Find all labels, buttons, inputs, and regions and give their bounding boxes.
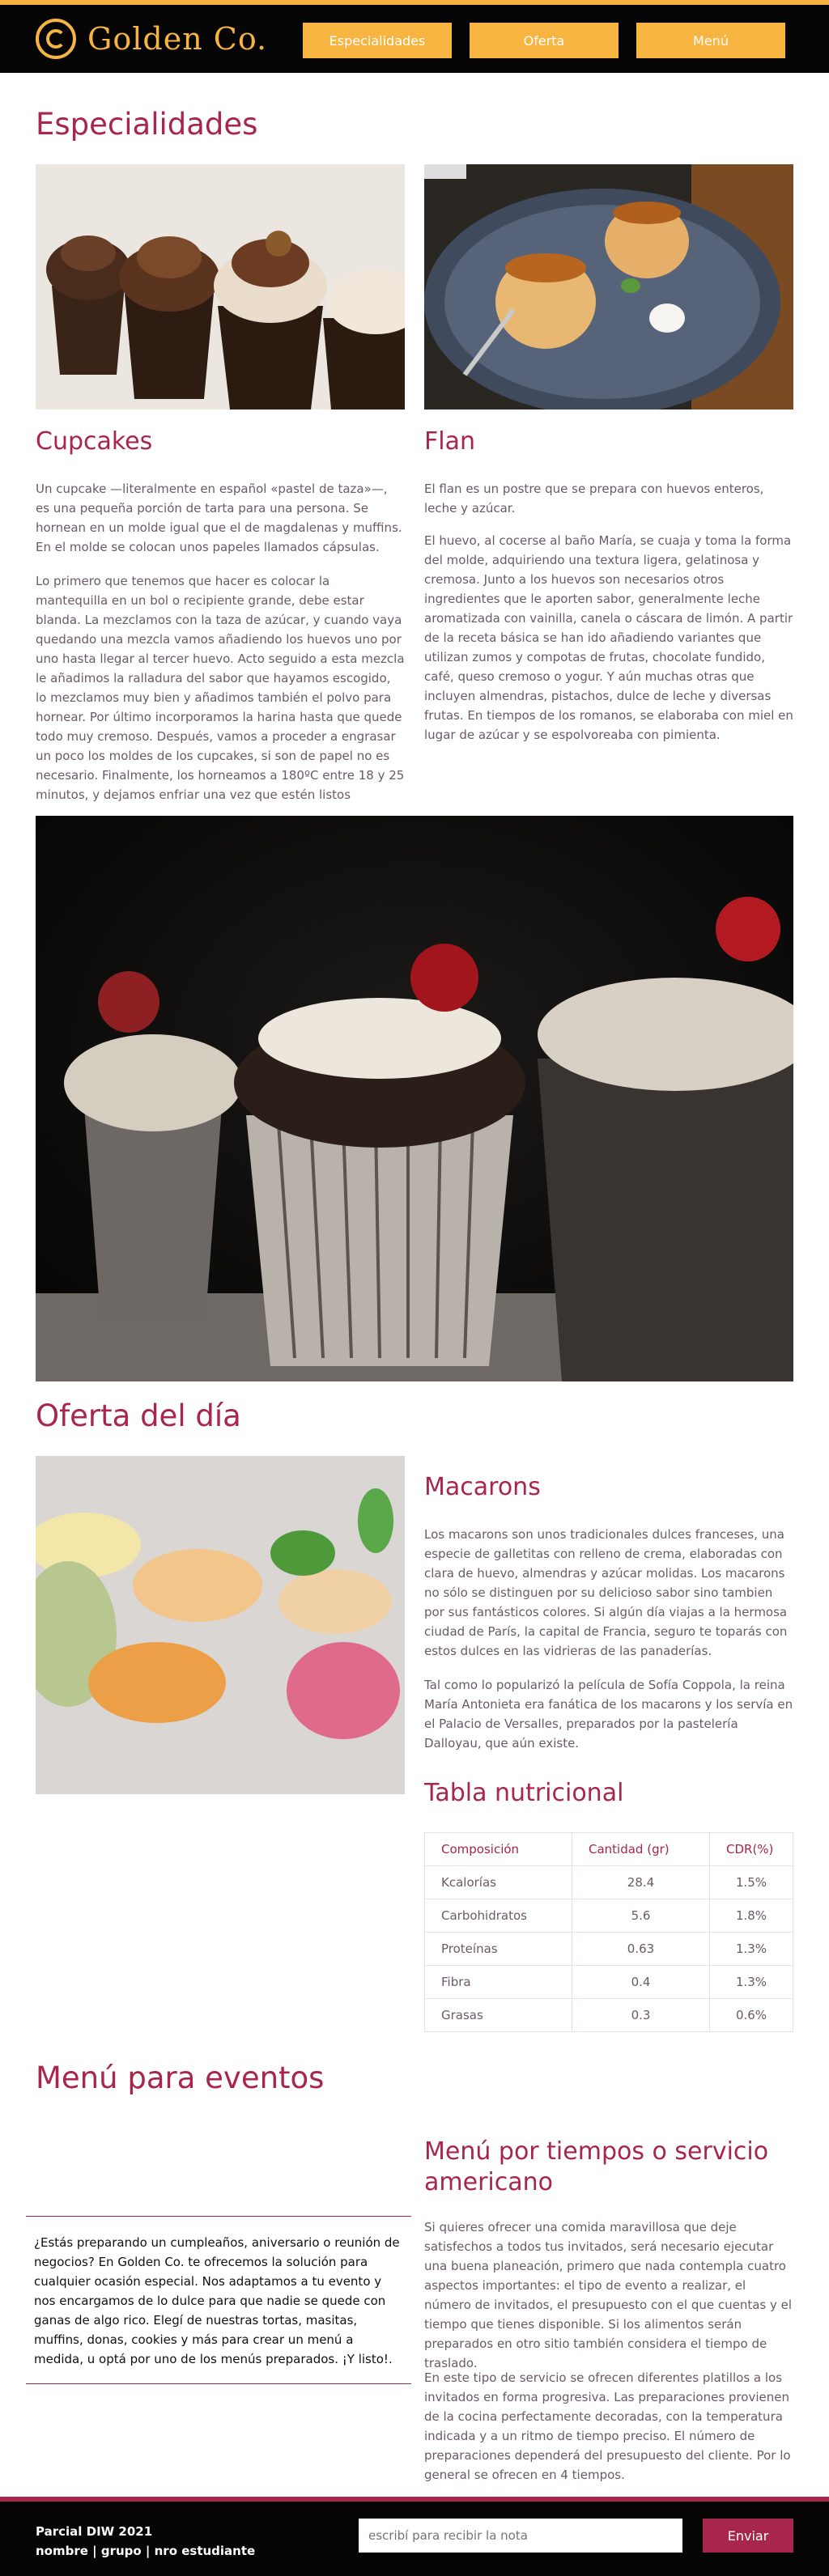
macarons-image xyxy=(36,1456,405,1794)
table-cell: 28.4 xyxy=(572,1865,710,1899)
flan-paragraph-2: El huevo, al cocerse al baño María, se c… xyxy=(424,533,793,742)
table-cell: Kcalorías xyxy=(424,1865,572,1899)
cupcakes-paragraph-1: Un cupcake —literalmente en español «pas… xyxy=(36,482,402,554)
menu-paragraph-1: Si quieres ofrecer una comida maravillos… xyxy=(424,2220,793,2370)
logo-icon xyxy=(36,19,76,59)
cupcakes-paragraph-2: Lo primero que tenemos que hacer es colo… xyxy=(36,574,405,802)
cupcakes-title: Cupcakes xyxy=(36,427,153,456)
table-row: Proteínas 0.63 1.3% xyxy=(424,1932,793,1966)
table-row: Carbohidratos 5.6 1.8% xyxy=(424,1899,793,1933)
macarons-paragraph-1: Los macarons son unos tradicionales dulc… xyxy=(424,1527,788,1658)
menu-title: Menú para eventos xyxy=(36,2060,325,2095)
hero-cupcakes-image xyxy=(36,816,793,1381)
footer-accent-bar xyxy=(0,2497,829,2502)
nav-oferta-button[interactable]: Oferta xyxy=(470,23,619,58)
nutrition-table: Composición Cantidad (gr) CDR(%) Kcalorí… xyxy=(424,1832,793,2032)
site-footer: Parcial DIW 2021 nombre | grupo | nro es… xyxy=(0,2497,829,2576)
specialties-title: Especialidades xyxy=(36,107,258,142)
menu-quote-text: ¿Estás preparando un cumpleaños, anivers… xyxy=(34,2235,400,2366)
table-cell: Proteínas xyxy=(424,1932,572,1966)
nav-menu-button[interactable]: Menú xyxy=(636,23,785,58)
table-header: Cantidad (gr) xyxy=(572,1832,710,1866)
table-header: CDR(%) xyxy=(709,1832,793,1866)
table-cell: 0.63 xyxy=(572,1932,710,1966)
table-cell: Carbohidratos xyxy=(424,1899,572,1933)
flan-title: Flan xyxy=(424,427,475,456)
table-row: Grasas 0.3 0.6% xyxy=(424,1998,793,2032)
table-cell: 0.3 xyxy=(572,1998,710,2032)
brand[interactable]: Golden Co. xyxy=(36,19,267,59)
flan-image xyxy=(424,164,793,410)
table-cell: 1.3% xyxy=(709,1932,793,1966)
table-row: Kcalorías 28.4 1.5% xyxy=(424,1865,793,1899)
table-cell: Grasas xyxy=(424,1998,572,2032)
brand-name: Golden Co. xyxy=(87,21,268,57)
footer-line-2: nombre | grupo | nro estudiante xyxy=(36,2544,256,2558)
cupcakes-image xyxy=(36,164,405,410)
footer-credits: Parcial DIW 2021 nombre | grupo | nro es… xyxy=(36,2522,255,2561)
table-cell: 1.3% xyxy=(709,1965,793,1999)
site-header: Golden Co. Especialidades Oferta Menú xyxy=(0,5,829,73)
table-header-row: Composición Cantidad (gr) CDR(%) xyxy=(424,1832,793,1866)
menu-subtitle: Menú por tiempos o servicio americano xyxy=(424,2137,769,2196)
table-cell: 5.6 xyxy=(572,1899,710,1933)
macarons-title: Macarons xyxy=(424,1473,541,1501)
menu-paragraph-2: En este tipo de servicio se ofrecen dife… xyxy=(424,2370,791,2482)
table-header: Composición xyxy=(424,1832,572,1866)
table-cell: 1.5% xyxy=(709,1865,793,1899)
email-input[interactable] xyxy=(359,2519,682,2553)
macarons-paragraph-2: Tal como lo popularizó la película de So… xyxy=(424,1678,793,1751)
flan-paragraph-1: El flan es un postre que se prepara con … xyxy=(424,482,764,516)
table-row: Fibra 0.4 1.3% xyxy=(424,1965,793,1999)
table-cell: Fibra xyxy=(424,1965,572,1999)
nutrition-table-title: Tabla nutricional xyxy=(424,1779,624,1807)
table-cell: 0.6% xyxy=(709,1998,793,2032)
menu-quote: ¿Estás preparando un cumpleaños, anivers… xyxy=(26,2216,411,2384)
nav-especialidades-button[interactable]: Especialidades xyxy=(303,23,452,58)
table-cell: 1.8% xyxy=(709,1899,793,1933)
send-button[interactable]: Enviar xyxy=(703,2519,793,2553)
footer-line-1: Parcial DIW 2021 xyxy=(36,2524,153,2539)
main-nav: Especialidades Oferta Menú xyxy=(303,23,785,58)
table-cell: 0.4 xyxy=(572,1965,710,1999)
offer-title: Oferta del día xyxy=(36,1398,241,1433)
